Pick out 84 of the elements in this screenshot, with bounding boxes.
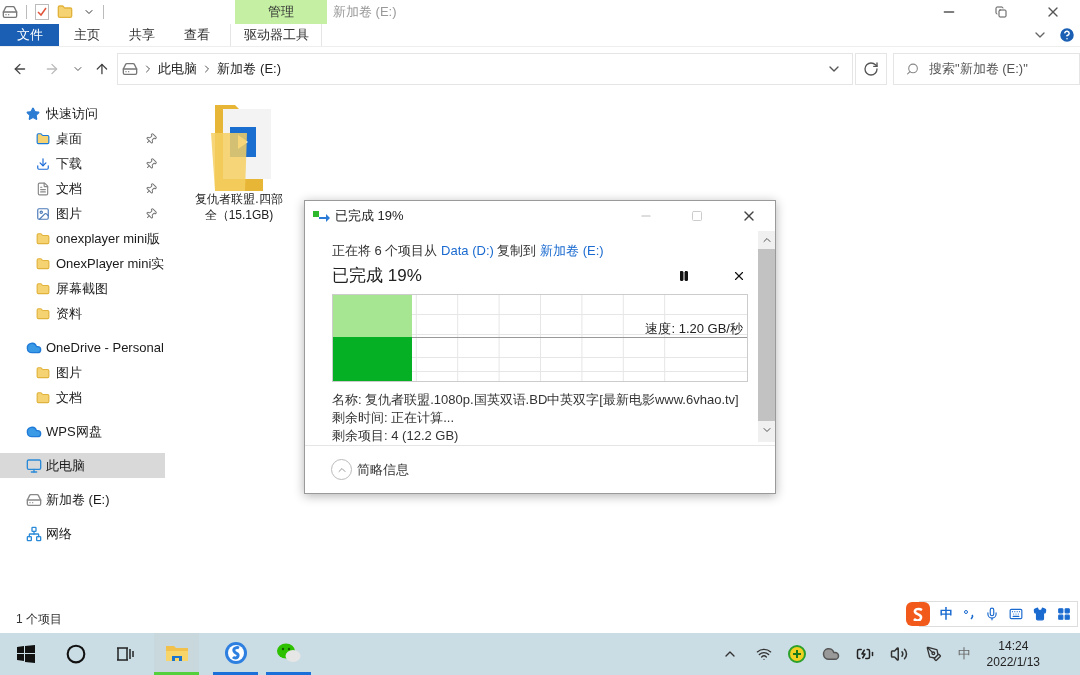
refresh-icon — [863, 61, 880, 77]
shirt-icon[interactable] — [1033, 607, 1047, 621]
fewer-details-button[interactable]: 简略信息 — [331, 459, 409, 481]
wifi-icon[interactable] — [755, 646, 772, 662]
sidebar-item[interactable]: OneDrive - Personal — [0, 335, 165, 360]
checklist-icon[interactable] — [35, 4, 49, 20]
context-tab-header: 管理 — [235, 0, 327, 24]
folder-icon — [36, 365, 52, 380]
pause-icon[interactable] — [678, 269, 690, 282]
drive-icon — [2, 4, 18, 20]
grid-icon[interactable] — [1057, 607, 1071, 621]
folder-label: 复仇者联盟.四部全（15.1GB) — [194, 191, 284, 223]
folder-icon — [36, 306, 52, 321]
sidebar-item[interactable]: 新加卷 (E:) — [0, 487, 165, 512]
ime-mode[interactable]: 中 — [940, 604, 953, 624]
drive-icon — [26, 491, 42, 508]
breadcrumb[interactable]: 新加卷 (E:) — [217, 59, 282, 79]
search-box[interactable]: 搜索"新加卷 (E:)" — [893, 53, 1080, 85]
detail-line: 剩余时间: 正在计算... — [332, 409, 456, 428]
search-field[interactable]: 搜索"新加卷 (E:)" — [929, 59, 1079, 79]
windows-icon[interactable] — [17, 645, 35, 663]
folder-item[interactable]: 复仇者联盟.四部全（15.1GB) — [192, 103, 286, 605]
clock[interactable]: 14:24 2022/1/13 — [986, 638, 1040, 670]
star-icon — [26, 106, 42, 121]
folder-icon — [36, 231, 52, 246]
ribbon-tab[interactable]: 文件 — [0, 24, 59, 46]
sidebar-item[interactable]: 文档 — [0, 176, 165, 201]
drive-icon — [122, 61, 139, 77]
progress-heading: 已完成 19% — [332, 264, 423, 287]
folder-icon — [36, 256, 52, 271]
address-bar[interactable]: 此电脑 新加卷 (E:) — [117, 53, 854, 85]
folder-icon — [36, 131, 52, 146]
sidebar-item[interactable]: WPS网盘 — [0, 419, 165, 444]
folder-icon — [36, 281, 52, 296]
ribbon-tab[interactable]: 查看 — [169, 24, 224, 46]
search-icon — [906, 61, 919, 77]
destination-link[interactable]: 新加卷 (E:) — [540, 243, 604, 259]
microphone-icon[interactable] — [985, 607, 999, 621]
sidebar-item[interactable]: 快速访问 — [0, 101, 165, 126]
sidebar-item[interactable]: 资料 — [0, 301, 165, 326]
plus-circle-icon[interactable] — [787, 645, 806, 663]
image-icon — [36, 206, 52, 221]
dialog-title: 已完成 19% — [335, 207, 405, 226]
task-view-icon[interactable] — [116, 646, 134, 662]
sidebar-item[interactable]: 图片 — [0, 201, 165, 226]
back-icon[interactable] — [12, 61, 28, 77]
ime-logo-icon[interactable] — [906, 602, 930, 626]
refresh-button[interactable] — [855, 53, 887, 85]
restore-icon[interactable] — [995, 6, 1007, 18]
item-count: 1 个项目 — [16, 611, 62, 628]
sidebar-item[interactable]: 文档 — [0, 385, 165, 410]
copy-description: 正在将 6 个项目从 Data (D:) 复制到 新加卷 (E:) — [332, 242, 605, 261]
browser-icon — [223, 640, 248, 665]
detail-line: 剩余项目: 4 (12.2 GB) — [332, 427, 460, 446]
help-icon[interactable] — [1058, 26, 1076, 44]
sidebar-item[interactable]: 屏幕截图 — [0, 276, 165, 301]
sidebar-item[interactable]: onexplayer mini版 — [0, 226, 165, 251]
detail-line: 名称: 复仇者联盟.1080p.国英双语.BD中英双字[最新电影www.6vhao.tv] — [332, 391, 740, 410]
keyboard-icon[interactable] — [1009, 607, 1023, 621]
network-icon — [26, 525, 42, 542]
sidebar-item[interactable]: OnexPlayer mini实 — [0, 251, 165, 276]
sidebar-item[interactable]: 桌面 — [0, 126, 165, 151]
cloud-icon[interactable] — [821, 645, 840, 663]
sidebar-item[interactable]: 此电脑 — [0, 453, 165, 478]
sidebar-item[interactable]: 网络 — [0, 521, 165, 546]
ribbon-tab[interactable]: 驱动器工具 — [230, 24, 322, 46]
window-title: 新加卷 (E:) — [333, 3, 398, 22]
search-icon[interactable] — [66, 644, 86, 664]
monitor-icon — [26, 457, 42, 474]
copy-icon — [313, 210, 331, 223]
sidebar-item[interactable]: 图片 — [0, 360, 165, 385]
punctuation-icon[interactable] — [963, 608, 975, 620]
input-method-indicator[interactable]: 中 — [957, 644, 971, 664]
sidebar-item[interactable]: 下载 — [0, 151, 165, 176]
download-icon — [36, 156, 52, 171]
ribbon-tab[interactable]: 共享 — [114, 24, 169, 46]
chat-icon — [275, 641, 302, 664]
breadcrumb[interactable]: 此电脑 — [158, 59, 198, 79]
folder-icon — [36, 390, 52, 405]
speed-label: 速度: 1.20 GB/秒 — [645, 320, 743, 339]
pen-icon[interactable] — [925, 646, 942, 662]
ribbon-tab[interactable]: 主页 — [59, 24, 114, 46]
source-link[interactable]: Data (D:) — [441, 243, 494, 259]
volume-icon[interactable] — [889, 645, 908, 663]
